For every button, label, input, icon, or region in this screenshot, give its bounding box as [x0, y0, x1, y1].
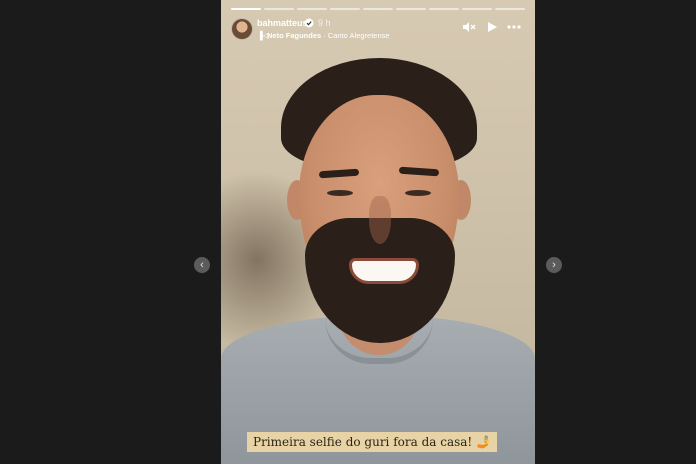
nose: [369, 196, 391, 244]
progress-segment: [231, 8, 261, 10]
chevron-right-icon: ›: [552, 259, 556, 271]
story-caption: Primeira selfie do guri fora da casa! 🤳: [247, 432, 497, 452]
music-artist: Neto Fagundes: [267, 31, 322, 40]
progress-segment: [429, 8, 459, 10]
username[interactable]: bahmatteus: [257, 18, 308, 28]
left-eye: [327, 190, 353, 196]
chevron-left-icon: ‹: [200, 259, 204, 271]
progress-segment: [297, 8, 327, 10]
progress-segment: [330, 8, 360, 10]
story-viewer[interactable]: bahmatteus 9 h ▐◁ Neto Fagundes · Canto …: [221, 0, 535, 464]
smile: [349, 258, 419, 284]
play-icon[interactable]: [485, 20, 499, 34]
progress-segment: [363, 8, 393, 10]
music-separator: ·: [321, 31, 328, 40]
music-track[interactable]: Neto Fagundes · Canto Alegretense: [267, 31, 390, 40]
post-time: 9 h: [318, 18, 331, 28]
progress-segment: [264, 8, 294, 10]
previous-story-button[interactable]: ‹: [194, 257, 210, 273]
more-options-icon[interactable]: [506, 20, 522, 34]
speaker-muted-icon[interactable]: [462, 20, 476, 34]
verified-badge-icon: [304, 18, 314, 28]
music-title: Canto Alegretense: [327, 31, 390, 40]
avatar[interactable]: [231, 18, 253, 40]
story-progress-bar: [231, 8, 525, 10]
progress-segment: [495, 8, 525, 10]
progress-segment: [462, 8, 492, 10]
progress-segment: [396, 8, 426, 10]
right-eye: [405, 190, 431, 196]
next-story-button[interactable]: ›: [546, 257, 562, 273]
